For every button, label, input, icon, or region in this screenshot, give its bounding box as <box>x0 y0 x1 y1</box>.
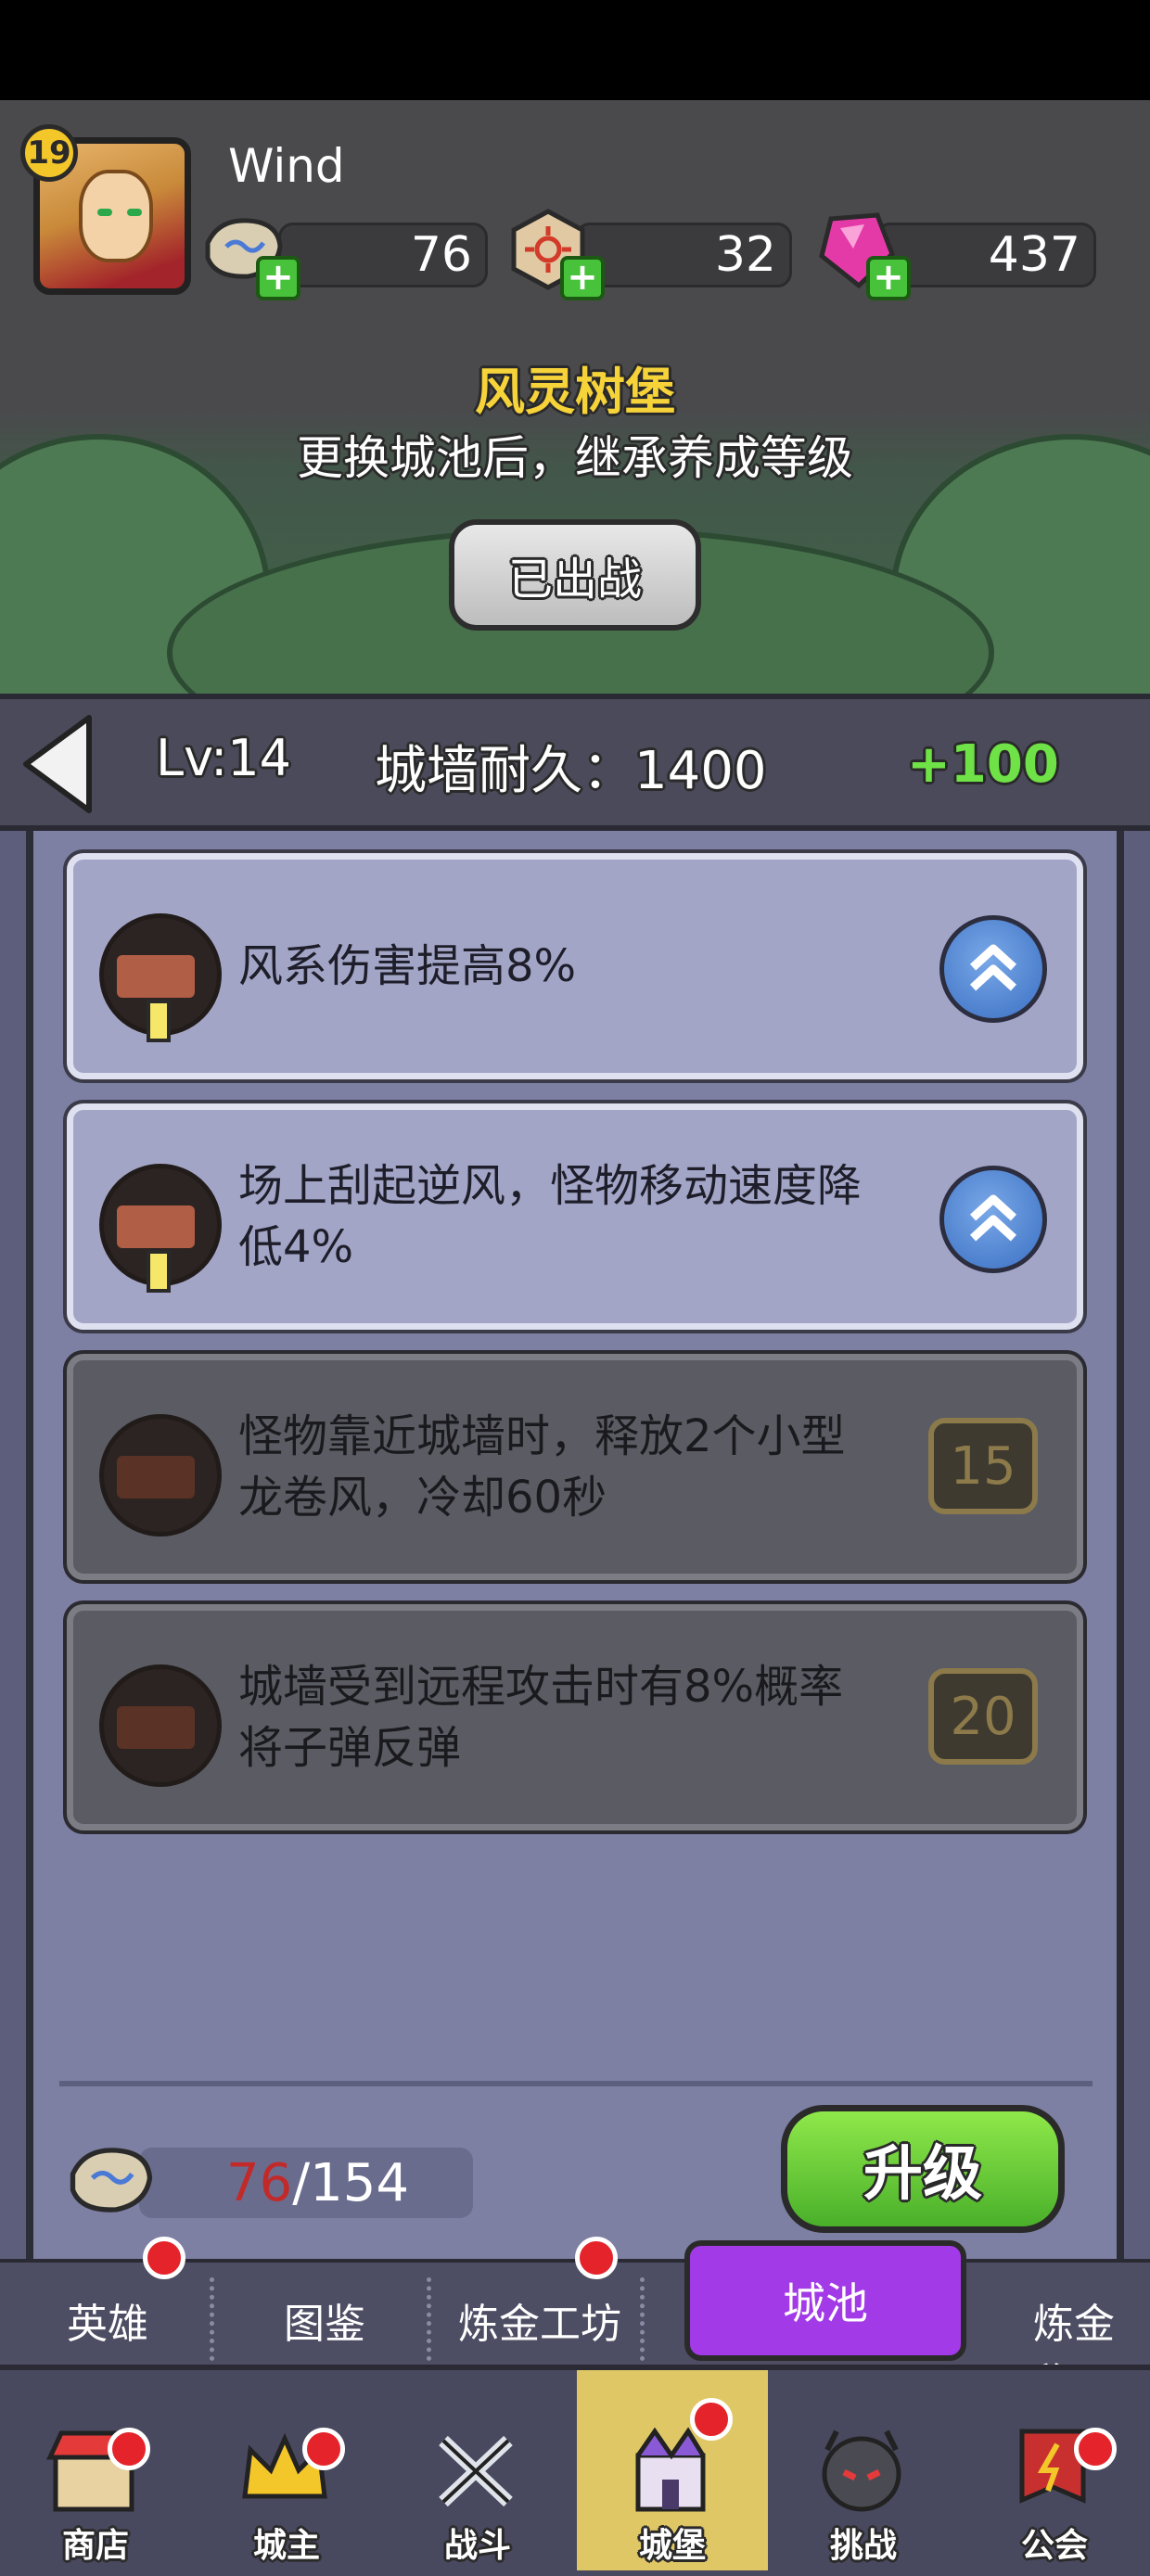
castle-description: 更换城池后，继承养成等级 <box>297 431 853 485</box>
skill-description: 场上刮起逆风，怪物移动速度降低4% <box>238 1160 862 1273</box>
upgrade-button[interactable]: 升级 <box>781 2105 1065 2233</box>
resource-value: 76 <box>410 227 472 283</box>
rune-stone-icon <box>70 2148 153 2213</box>
cost-need: /154 <box>292 2152 410 2213</box>
skill-description: 城墙受到远程攻击时有8%概率将子弹反弹 <box>238 1661 844 1774</box>
upgrade-button-label: 升级 <box>863 2140 982 2209</box>
unlock-level-badge: 20 <box>928 1668 1038 1765</box>
nav-label: 商店 <box>61 2527 129 2565</box>
demon-mask-icon <box>822 2429 901 2512</box>
nav-castle[interactable]: 城堡 <box>577 2370 768 2570</box>
notification-dot <box>575 2237 618 2279</box>
nav-shop[interactable]: 商店 <box>0 2370 191 2570</box>
crossed-swords-icon <box>439 2435 513 2507</box>
nav-battle[interactable]: 战斗 <box>382 2370 573 2570</box>
nav-guild[interactable]: 公会 <box>959 2370 1150 2570</box>
tab-city-pool[interactable]: 城池 <box>684 2240 966 2361</box>
skill-medal-icon <box>99 1414 222 1537</box>
wall-durability-bonus: +100 <box>907 734 1059 795</box>
nav-lord[interactable]: 城主 <box>191 2370 382 2570</box>
nav-label: 城堡 <box>638 2527 706 2565</box>
add-runes-icon[interactable]: + <box>256 256 300 300</box>
skill-description: 风系伤害提高8% <box>238 940 577 992</box>
skill-card-locked[interactable]: 怪物靠近城墙时，释放2个小型龙卷风，冷却60秒 15 <box>67 1354 1083 1580</box>
nav-challenge[interactable]: 挑战 <box>768 2370 959 2570</box>
tab-alchemy-workshop[interactable]: 炼金工坊 <box>458 2290 621 2350</box>
status-bar <box>0 0 1150 100</box>
castle-level: Lv:14 <box>156 729 291 787</box>
cost-have: 76 <box>226 2152 293 2213</box>
resource-value: 32 <box>714 227 776 283</box>
wall-durability: 城墙耐久：1400 <box>375 741 767 801</box>
add-gems-icon[interactable]: + <box>866 256 911 300</box>
divider <box>59 2081 1092 2086</box>
notification-dot <box>143 2237 185 2279</box>
tab-separator <box>210 2277 214 2361</box>
castle-name: 风灵树堡 <box>475 363 675 421</box>
deployed-button-label: 已出战 <box>507 554 642 606</box>
skill-card[interactable]: 场上刮起逆风，怪物移动速度降低4% <box>67 1103 1083 1330</box>
upgrade-cost: 76/154 <box>139 2148 473 2218</box>
skill-medal-icon <box>99 1664 222 1787</box>
tab-codex[interactable]: 图鉴 <box>284 2290 365 2350</box>
nav-label: 战斗 <box>443 2527 511 2565</box>
skill-medal-icon <box>99 1164 222 1293</box>
deployed-button[interactable]: 已出战 <box>449 519 701 631</box>
skill-card-locked[interactable]: 城墙受到远程攻击时有8%概率将子弹反弹 20 <box>67 1604 1083 1830</box>
nav-label: 挑战 <box>829 2527 897 2565</box>
player-name: Wind <box>228 139 345 193</box>
add-sun-runes-icon[interactable]: + <box>560 256 605 300</box>
nav-label: 城主 <box>252 2527 320 2565</box>
upgrade-chevron-icon[interactable] <box>939 915 1047 1023</box>
tab-heroes[interactable]: 英雄 <box>67 2290 148 2350</box>
tab-separator <box>427 2277 431 2361</box>
notification-dot <box>302 2428 345 2470</box>
resource-bar-runes: 76 <box>278 223 488 287</box>
tab-separator <box>640 2277 645 2361</box>
skill-description: 怪物靠近城墙时，释放2个小型龙卷风，冷却60秒 <box>238 1410 846 1524</box>
resource-value: 437 <box>988 227 1080 283</box>
back-arrow-icon[interactable] <box>17 712 100 816</box>
skill-card[interactable]: 风系伤害提高8% <box>67 853 1083 1079</box>
notification-dot <box>690 2398 733 2441</box>
upgrade-chevron-icon[interactable] <box>939 1166 1047 1273</box>
notification-dot <box>1074 2428 1117 2470</box>
notification-dot <box>108 2428 150 2470</box>
unlock-level-badge: 15 <box>928 1418 1038 1514</box>
nav-label: 公会 <box>1020 2527 1088 2565</box>
player-level-badge: 19 <box>20 124 78 182</box>
skill-medal-icon <box>99 913 222 1042</box>
resource-bar-sun-runes: 32 <box>575 223 792 287</box>
